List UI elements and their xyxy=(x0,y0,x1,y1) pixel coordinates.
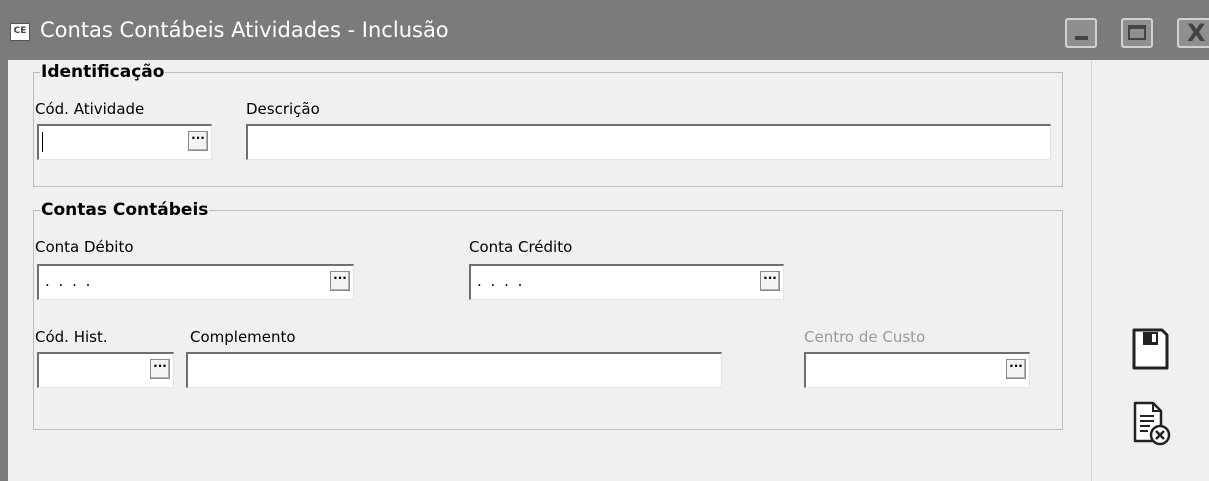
conta-credito-value: . . . . xyxy=(477,272,525,290)
maximize-icon xyxy=(1128,25,1146,40)
save-button[interactable] xyxy=(1130,326,1170,372)
document-cancel-icon xyxy=(1133,401,1171,446)
close-button[interactable]: X xyxy=(1177,18,1209,48)
group-identificacao-legend: Identificação xyxy=(40,62,166,82)
group-contas-contabeis-legend: Contas Contábeis xyxy=(40,200,210,220)
descricao-field[interactable] xyxy=(246,124,1051,160)
conta-debito-value: . . . . xyxy=(45,272,93,290)
window-border xyxy=(0,60,8,481)
action-panel xyxy=(1091,60,1209,481)
conta-credito-label: Conta Crédito xyxy=(469,238,573,256)
complemento-label: Complemento xyxy=(190,328,296,346)
minimize-icon xyxy=(1075,36,1088,40)
conta-credito-field[interactable]: . . . . ··· xyxy=(469,264,784,300)
cod-atividade-lookup-button[interactable]: ··· xyxy=(188,131,208,151)
centro-custo-field[interactable]: ··· xyxy=(804,352,1030,388)
cod-hist-field[interactable]: ··· xyxy=(37,352,174,388)
cod-hist-lookup-button[interactable]: ··· xyxy=(150,359,170,379)
conta-debito-field[interactable]: . . . . ··· xyxy=(37,264,354,300)
text-caret xyxy=(42,132,43,152)
app-icon[interactable]: CE xyxy=(10,23,30,41)
descricao-label: Descrição xyxy=(246,100,320,118)
maximize-button[interactable] xyxy=(1121,18,1153,48)
conta-credito-lookup-button[interactable]: ··· xyxy=(760,271,780,291)
conta-debito-lookup-button[interactable]: ··· xyxy=(330,271,350,291)
cod-atividade-field[interactable]: ··· xyxy=(37,124,212,160)
minimize-button[interactable] xyxy=(1065,18,1097,48)
close-icon: X xyxy=(1187,19,1206,47)
cod-hist-label: Cód. Hist. xyxy=(35,328,108,346)
floppy-disk-icon xyxy=(1132,328,1169,370)
form-area: Identificação Cód. Atividade ··· Descriç… xyxy=(8,60,1091,481)
cod-atividade-label: Cód. Atividade xyxy=(35,100,145,118)
centro-custo-lookup-button[interactable]: ··· xyxy=(1006,359,1026,379)
complemento-field[interactable] xyxy=(186,352,722,388)
centro-custo-label: Centro de Custo xyxy=(804,328,926,346)
dialog-window: CE Contas Contábeis Atividades - Inclusã… xyxy=(0,0,1209,481)
cancel-button[interactable] xyxy=(1132,400,1172,448)
window-title: Contas Contábeis Atividades - Inclusão xyxy=(40,18,449,42)
title-bar[interactable]: CE Contas Contábeis Atividades - Inclusã… xyxy=(0,0,1209,60)
conta-debito-label: Conta Débito xyxy=(35,238,134,256)
